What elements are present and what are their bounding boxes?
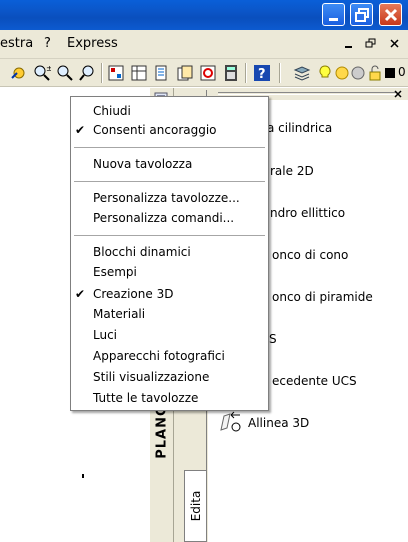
restore-icon [355, 8, 369, 22]
close-icon [384, 8, 398, 22]
layer-name: 0 [398, 65, 406, 79]
layer-manager-icon[interactable] [293, 64, 311, 81]
palette-item[interactable]: S [269, 332, 277, 346]
menu-item-creazione-3d[interactable]: Creazione 3D [93, 285, 173, 303]
toolbar-separator [245, 63, 247, 83]
layer-on-icon [319, 65, 331, 78]
menu-separator [74, 181, 265, 182]
design-center-icon[interactable] [130, 64, 148, 81]
palette-grip[interactable] [218, 92, 396, 95]
toolbar-separator [279, 63, 281, 83]
standard-toolbar: ± ? 0 [0, 59, 408, 142]
menu-bar: estra ? Express [0, 30, 408, 59]
zoom-window-icon[interactable] [56, 64, 74, 81]
palette-close-icon[interactable] [393, 89, 403, 99]
calculator-icon[interactable] [222, 64, 240, 81]
zoom-realtime-icon[interactable]: ± [33, 64, 51, 81]
mdi-restore-icon[interactable] [364, 38, 378, 50]
tool-palettes-icon[interactable] [153, 64, 171, 81]
window-titlebar [0, 0, 408, 30]
palette-item[interactable]: Allinea 3D [248, 416, 309, 430]
menu-item-nuova-tavolozza[interactable]: Nuova tavolozza [93, 155, 192, 173]
help-icon[interactable]: ? [253, 64, 271, 81]
mdi-close-icon[interactable] [388, 38, 402, 50]
markup-icon[interactable] [199, 64, 217, 81]
checkmark-icon: ✔ [75, 287, 86, 301]
menu-help[interactable]: ? [44, 36, 51, 51]
tab-edita[interactable]: Edita [184, 470, 206, 542]
menu-item-materiali[interactable]: Materiali [93, 305, 145, 323]
zoom-previous-icon[interactable] [79, 64, 97, 81]
palette-item[interactable]: rale 2D [270, 164, 314, 178]
align-3d-icon [220, 411, 241, 432]
restore-button[interactable] [350, 3, 373, 26]
pan-icon[interactable] [10, 64, 28, 81]
menu-item-personalizza-comandi[interactable]: Personalizza comandi... [93, 209, 234, 227]
menu-express[interactable]: Express [67, 36, 118, 51]
menu-item-blocchi-dinamici[interactable]: Blocchi dinamici [93, 243, 191, 261]
menu-separator [74, 235, 265, 236]
menu-separator [74, 147, 265, 148]
drawing-mark [82, 474, 84, 478]
minimize-icon [329, 18, 338, 21]
palette-item[interactable]: ecedente UCS [272, 374, 357, 388]
menu-item-stili-visualizzazione[interactable]: Stili visualizzazione [93, 368, 209, 386]
sheet-set-icon[interactable] [176, 64, 194, 81]
menu-item-esempi[interactable]: Esempi [93, 263, 137, 281]
menu-item-personalizza-tavolozze[interactable]: Personalizza tavolozze... [93, 189, 240, 207]
menu-item-luci[interactable]: Luci [93, 326, 117, 344]
mdi-minimize-icon[interactable] [342, 38, 356, 50]
minimize-button[interactable] [322, 3, 345, 26]
checkmark-icon: ✔ [75, 123, 86, 137]
menu-item-chiudi[interactable]: Chiudi [93, 102, 131, 120]
svg-text:?: ? [258, 67, 266, 81]
palette-item[interactable]: onco di piramide [272, 290, 373, 304]
palette-context-menu: ✔ Chiudi Consenti ancoraggio Nuova tavol… [70, 96, 269, 411]
tab-edita-label: Edita [188, 490, 203, 522]
menu-finestra[interactable]: estra [0, 36, 33, 51]
menu-item-apparecchi-fotografici[interactable]: Apparecchi fotografici [93, 347, 225, 365]
close-window-button[interactable] [379, 3, 402, 26]
palette-item[interactable]: ndro ellittico [270, 206, 345, 220]
palette-item[interactable]: a cilindrica [267, 121, 332, 135]
properties-icon[interactable] [107, 64, 125, 81]
menu-item-consenti-ancoraggio[interactable]: Consenti ancoraggio [93, 121, 217, 139]
layer-viewport-icon [351, 66, 365, 80]
palette-item[interactable]: onco di cono [272, 248, 348, 262]
menu-item-tutte-le-tavolozze[interactable]: Tutte le tavolozze [93, 389, 198, 407]
svg-text:±: ± [46, 64, 51, 73]
toolbar-separator [101, 63, 103, 83]
